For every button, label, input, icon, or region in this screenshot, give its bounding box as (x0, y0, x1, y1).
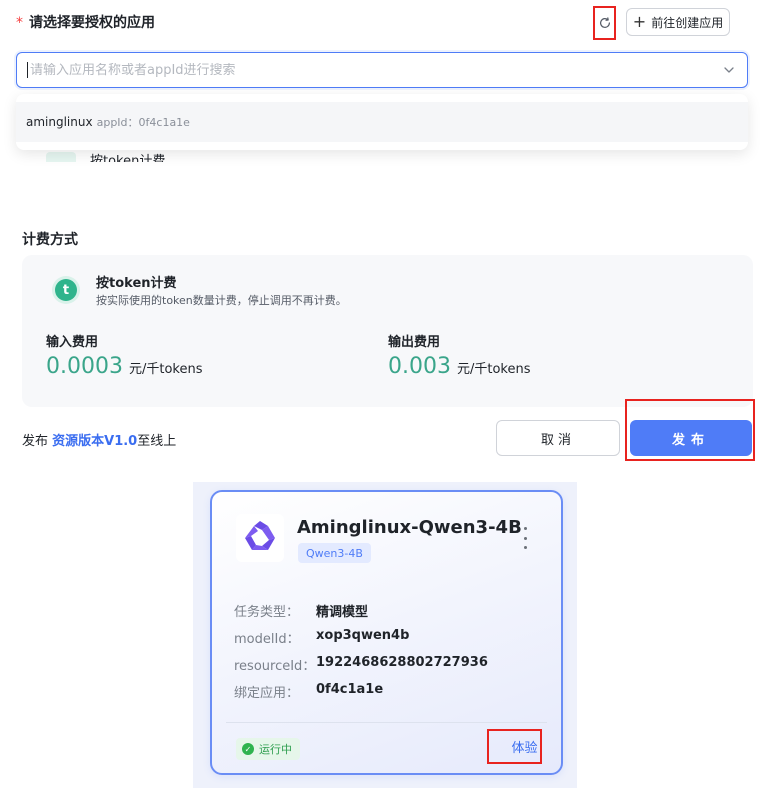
publish-button[interactable]: 发布 (630, 420, 752, 456)
publish-prefix: 发布 (22, 434, 53, 449)
output-fee-value: 0.003 (388, 354, 451, 379)
info-key: 绑定应用： (234, 686, 300, 701)
publish-description: 发布 资源版本V1.0至线上 (22, 430, 176, 449)
try-link[interactable]: 体验 (491, 737, 537, 756)
publish-suffix: 至线上 (137, 434, 177, 449)
model-tag: Qwen3-4B (298, 543, 371, 563)
model-name: Aminglinux-Qwen3-4B (297, 517, 522, 538)
option-app-id: appId：0f4c1a1e (96, 116, 190, 129)
more-dot (523, 527, 527, 530)
info-row-task-type: 任务类型： 精调模型 (234, 601, 368, 620)
plus-icon: + (632, 12, 647, 31)
billing-method-desc: 按实际使用的token数量计费，停止调用不再计费。 (96, 294, 347, 307)
more-dot (523, 546, 527, 549)
status-text: 运行中 (259, 743, 292, 756)
info-row-bound-app: 绑定应用： 0f4c1a1e (234, 682, 383, 701)
app-select-label: * 请选择要授权的应用 (16, 12, 155, 32)
dropdown-option[interactable]: aminglinux appId：0f4c1a1e (16, 102, 748, 142)
info-row-resource-id: resourceId： 1922468628802727936 (234, 655, 488, 674)
info-key: resourceId： (234, 659, 316, 674)
required-mark: * (16, 15, 23, 31)
create-app-button-label: 前往创建应用 (651, 15, 724, 30)
qwen-logo-svg (245, 521, 275, 550)
try-highlight-frame: 体验 (487, 729, 542, 764)
app-select-label-text: 请选择要授权的应用 (29, 15, 155, 31)
app-search-input[interactable] (30, 62, 723, 78)
cancel-button[interactable]: 取消 (496, 420, 620, 456)
qwen-logo-icon (236, 514, 284, 562)
output-fee-unit: 元/千tokens (456, 362, 531, 377)
peek-token-icon (46, 152, 76, 162)
create-app-button[interactable]: + 前往创建应用 (626, 8, 730, 36)
info-value: 1922468628802727936 (316, 655, 488, 670)
chevron-down-icon[interactable] (723, 64, 735, 76)
input-fee-label: 输入费用 (46, 335, 99, 350)
card-divider (226, 722, 547, 723)
more-dot (523, 536, 527, 540)
info-value: 精调模型 (316, 605, 369, 620)
status-badge: ✓ 运行中 (236, 738, 300, 760)
input-fee-value: 0.0003 (46, 354, 123, 379)
output-fee-label: 输出费用 (388, 335, 441, 350)
refresh-button[interactable] (593, 6, 616, 40)
text-cursor (27, 62, 28, 78)
peek-text: 按token计费 (90, 154, 166, 162)
info-key: 任务类型： (234, 605, 300, 620)
info-row-model-id: modelId： xop3qwen4b (234, 628, 409, 647)
option-app-name: aminglinux (26, 115, 93, 129)
app-dropdown: aminglinux appId：0f4c1a1e (16, 94, 748, 150)
app-search-field[interactable] (16, 52, 748, 88)
version-link[interactable]: 资源版本V1.0 (52, 434, 137, 449)
info-value: xop3qwen4b (316, 628, 410, 643)
check-circle-icon: ✓ (242, 743, 254, 755)
input-fee: 0.0003 元/千tokens (46, 354, 203, 379)
more-vertical-icon[interactable] (519, 527, 531, 549)
billing-method-title: 按token计费 (96, 276, 177, 291)
info-value: 0f4c1a1e (316, 682, 384, 697)
output-fee: 0.003 元/千tokens (388, 354, 531, 379)
refresh-icon (599, 17, 610, 28)
token-billing-icon: t (52, 276, 80, 304)
info-key: modelId： (234, 632, 300, 647)
billing-title: 计费方式 (22, 232, 78, 248)
token-icon-letter: t (55, 279, 77, 301)
input-fee-unit: 元/千tokens (128, 362, 203, 377)
